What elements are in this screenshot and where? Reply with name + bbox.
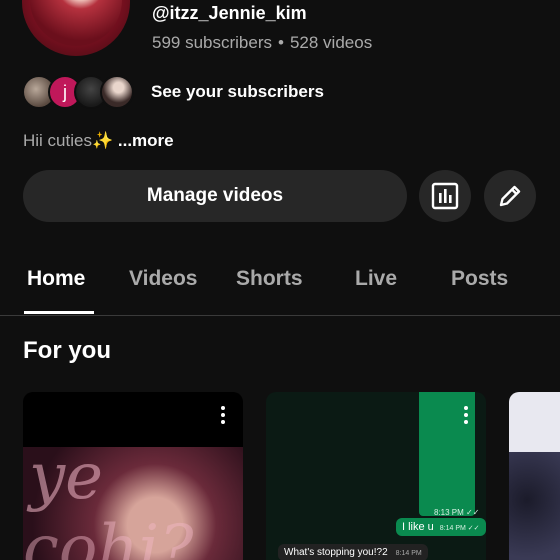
short-card[interactable]: ye cohi? [23, 392, 243, 560]
message-time: 8:14 PM [395, 550, 422, 557]
channel-handle: @itzz_Jennie_kim [152, 3, 307, 23]
short-card[interactable] [509, 392, 560, 560]
more-link[interactable]: ...more [118, 131, 174, 150]
see-subscribers-link[interactable]: See your subscribers [151, 82, 324, 102]
tab-live[interactable]: Live [355, 267, 397, 291]
neon-text: cohi? [23, 512, 194, 560]
message-text: I like u [402, 521, 434, 533]
channel-stats: 599 subscribers • 528 videos [152, 33, 372, 53]
pencil-icon [499, 185, 521, 207]
tab-posts[interactable]: Posts [451, 267, 508, 291]
channel-tabs: Home Videos Shorts Live Posts [0, 255, 560, 315]
tab-home[interactable]: Home [27, 267, 85, 291]
subscriber-avatars[interactable]: j [22, 73, 134, 111]
message-time: 8:13 PM ✓✓ [434, 508, 480, 517]
chat-bubble-outgoing: I like u 8:14 PM ✓✓ [396, 518, 486, 536]
video-count: 528 videos [289, 33, 373, 52]
channel-avatar[interactable]: 🎀 [22, 0, 130, 56]
short-thumbnail [509, 452, 560, 560]
more-options-icon[interactable] [220, 406, 226, 424]
tab-shorts[interactable]: Shorts [236, 267, 303, 291]
subscriber-count: 599 subscribers [152, 33, 273, 52]
channel-page: 🎀 @itzz_Jennie_kim 599 subscribers • 528 v… [0, 0, 560, 560]
edit-channel-button[interactable] [484, 170, 536, 222]
description-text: Hii cuties✨ [23, 131, 114, 150]
neon-text: ye [29, 440, 104, 514]
short-card[interactable]: 8:13 PM ✓✓ I like u 8:14 PM ✓✓ What's sto… [266, 392, 486, 560]
subscriber-avatar [100, 75, 134, 109]
stats-separator: • [278, 33, 284, 52]
analytics-button[interactable] [419, 170, 471, 222]
message-time: 8:14 PM ✓✓ [439, 525, 480, 532]
message-text: What's stopping you!?2 [284, 547, 388, 558]
channel-description[interactable]: Hii cuties✨ ...more [23, 131, 174, 151]
section-title: For you [23, 337, 111, 364]
analytics-icon [431, 182, 459, 210]
tabs-divider [0, 315, 560, 316]
chat-bubble-incoming: What's stopping you!?2 8:14 PM [278, 544, 428, 560]
manage-videos-button[interactable]: Manage videos [23, 170, 407, 222]
active-tab-indicator [24, 311, 94, 314]
avatar-photo [30, 0, 122, 46]
avatar-letter: j [63, 81, 67, 102]
tab-videos[interactable]: Videos [129, 267, 197, 291]
more-options-icon[interactable] [463, 406, 469, 424]
